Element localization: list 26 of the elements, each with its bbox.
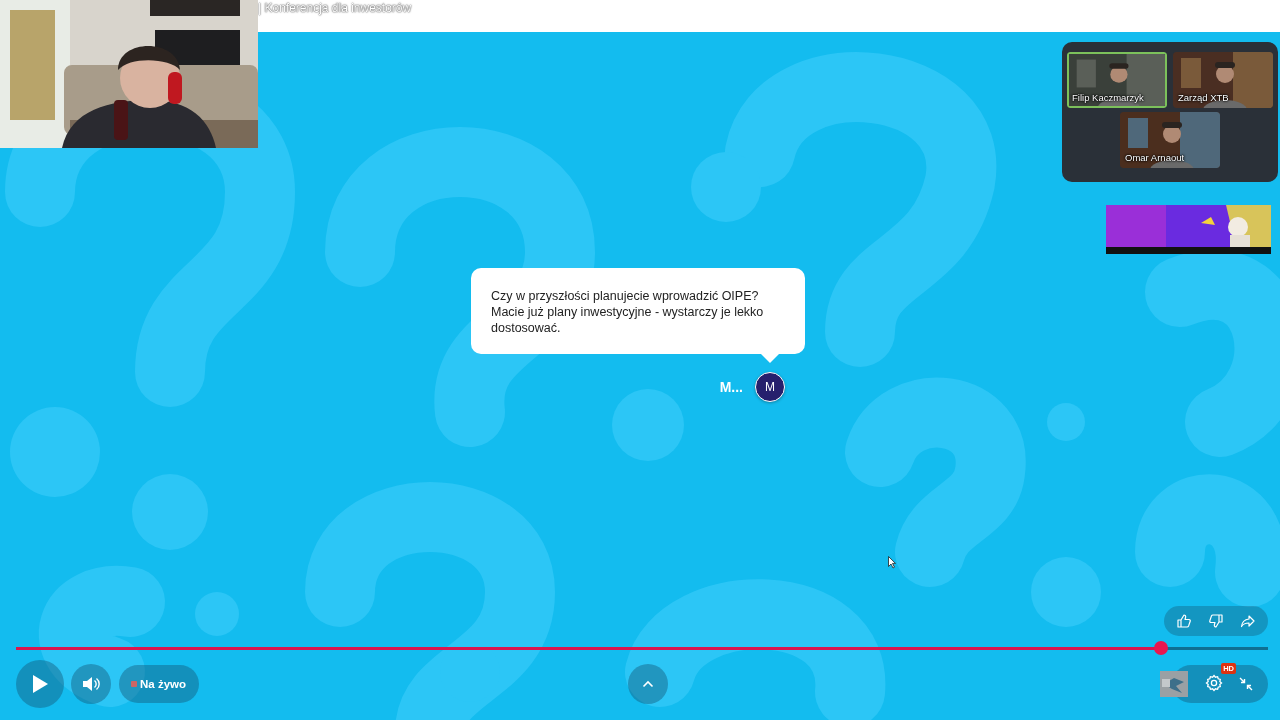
thumbs-up-icon	[1176, 613, 1192, 629]
expand-button[interactable]	[628, 664, 668, 704]
dot-shape	[195, 592, 239, 636]
dot-shape	[612, 389, 684, 461]
author-name: M...	[719, 379, 743, 395]
play-icon	[31, 674, 49, 694]
settings-icon	[1205, 674, 1223, 692]
share-icon	[1240, 613, 1256, 629]
speaker-icon	[82, 676, 100, 692]
participant-name: Zarząd XTB	[1178, 92, 1229, 103]
volume-button[interactable]	[71, 664, 111, 704]
participant-name: Filip Kaczmarzyk	[1072, 92, 1144, 103]
author-avatar: M	[755, 372, 785, 402]
exit-fullscreen-icon	[1239, 677, 1253, 691]
play-button[interactable]	[16, 660, 64, 708]
progress-handle[interactable]	[1153, 641, 1168, 655]
stream-title: | Konferencja dla inwestorów	[258, 0, 412, 15]
participant-name: Omar Arnaout	[1125, 152, 1185, 163]
question-text: Czy w przyszłości planujecie wprowadzić OIPE? Macie już plany inwestycyjne - wystarczy je lekko dostosować.	[491, 289, 764, 335]
chevron-up-icon	[642, 680, 654, 688]
live-button[interactable]: Na żywo	[119, 665, 199, 703]
dot-shape	[1031, 557, 1101, 627]
dot-shape	[1047, 403, 1085, 441]
thumbs-down-icon	[1208, 613, 1224, 629]
dot-shape	[691, 152, 761, 222]
cursor-icon	[888, 556, 896, 569]
